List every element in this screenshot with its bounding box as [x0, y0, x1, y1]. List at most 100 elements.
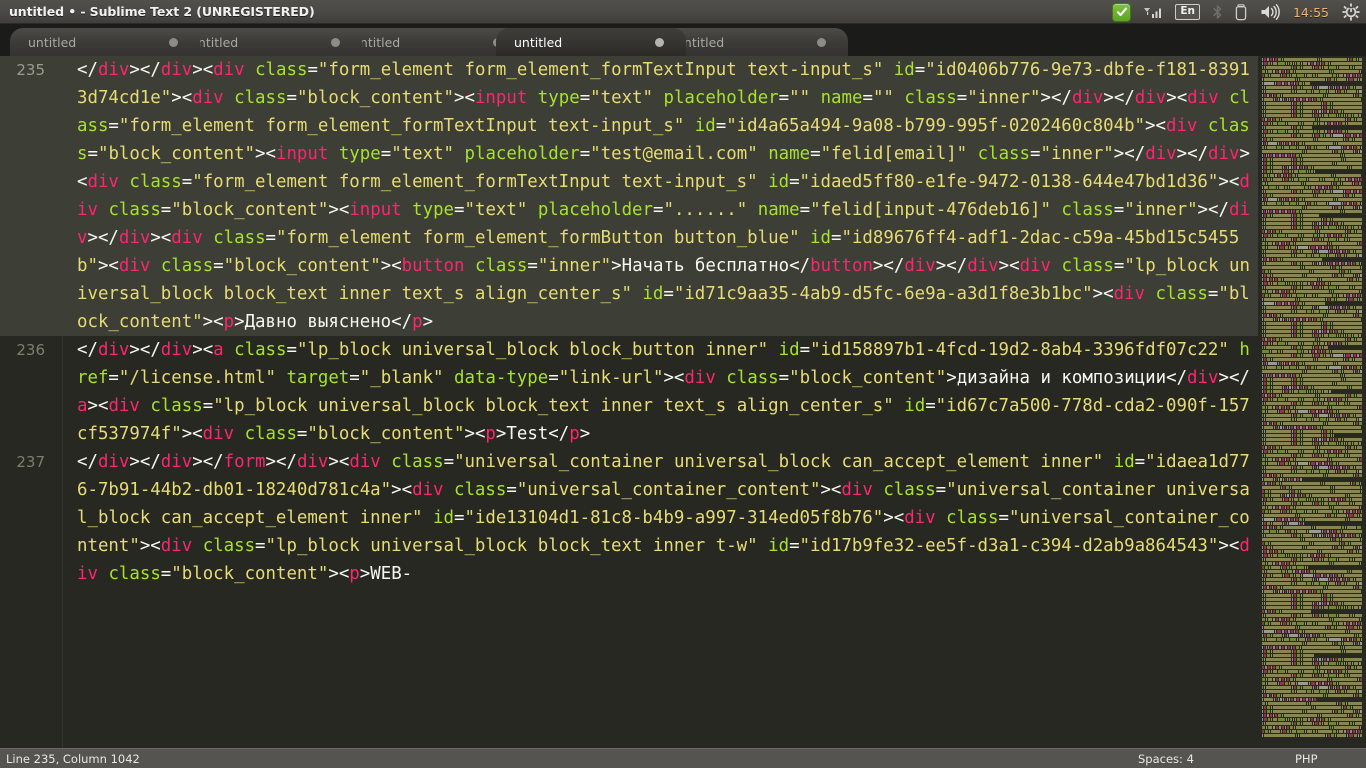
minimap-line: [1262, 682, 1362, 685]
minimap-line: [1262, 590, 1362, 593]
bluetooth-icon[interactable]: [1206, 0, 1229, 24]
minimap-line: [1262, 70, 1362, 73]
minimap-line: [1262, 262, 1362, 265]
minimap-line: [1262, 122, 1362, 125]
cursor-position-status[interactable]: Line 235, Column 1042: [6, 752, 140, 766]
minimap-line: [1262, 66, 1362, 69]
minimap-line: [1262, 206, 1362, 209]
battery-icon[interactable]: [1229, 0, 1254, 24]
minimap-line: [1262, 342, 1362, 345]
minimap-line: [1262, 638, 1362, 641]
clock[interactable]: 14:55: [1286, 0, 1336, 24]
minimap-line: [1262, 506, 1362, 509]
sync-icon[interactable]: [1106, 0, 1137, 24]
tab-dirty-indicator-icon[interactable]: [655, 37, 664, 47]
system-tray: En 14:55: [1106, 0, 1366, 24]
tab-dirty-indicator-icon[interactable]: [817, 37, 826, 47]
minimap-line: [1262, 646, 1362, 649]
tab-label: untitled: [28, 34, 77, 50]
editor-tab[interactable]: untitled: [496, 28, 686, 56]
minimap-line: [1262, 138, 1362, 141]
code-line-text[interactable]: </div></div><div class="form_element for…: [57, 56, 1258, 336]
minimap-line: [1262, 414, 1362, 417]
line-number: 235: [16, 61, 45, 79]
minimap-line: [1262, 622, 1362, 625]
window-title: untitled • - Sublime Text 2 (UNREGISTERE…: [9, 4, 315, 19]
minimap-line: [1262, 462, 1362, 465]
tab-dirty-indicator-icon[interactable]: [169, 37, 178, 47]
minimap-line: [1262, 734, 1362, 737]
editor-tab[interactable]: untitled: [658, 28, 848, 56]
minimap[interactable]: [1258, 56, 1366, 748]
minimap-line: [1262, 542, 1362, 545]
code-line[interactable]: 235 </div></div><div class="form_element …: [0, 56, 1258, 336]
code-line[interactable]: 236 </div></div><a class="lp_block univer…: [0, 336, 1258, 448]
code-content[interactable]: 235 </div></div><div class="form_element …: [0, 56, 1258, 748]
minimap-line: [1262, 614, 1362, 617]
minimap-line: [1262, 482, 1362, 485]
minimap-line: [1262, 62, 1362, 65]
editor-tab[interactable]: untitled: [172, 28, 362, 56]
minimap-line: [1262, 250, 1362, 253]
keyboard-layout-indicator[interactable]: En: [1169, 0, 1206, 24]
minimap-line: [1262, 310, 1362, 313]
tab-label: untitled: [514, 34, 563, 50]
minimap-line: [1262, 666, 1362, 669]
minimap-line: [1262, 654, 1362, 657]
minimap-line: [1262, 642, 1362, 645]
minimap-line: [1262, 594, 1362, 597]
minimap-line: [1262, 302, 1362, 305]
minimap-content: [1262, 58, 1362, 738]
minimap-line: [1262, 538, 1362, 541]
minimap-line: [1262, 58, 1362, 61]
volume-icon[interactable]: [1254, 0, 1286, 24]
minimap-line: [1262, 86, 1362, 89]
minimap-line: [1262, 626, 1362, 629]
minimap-line: [1262, 314, 1362, 317]
minimap-line: [1262, 718, 1362, 721]
tab-bar: untitled untitled untitled untitled untitled: [0, 24, 1366, 56]
syntax-mode-status[interactable]: PHP: [1295, 752, 1318, 766]
minimap-line: [1262, 526, 1362, 529]
editor-tab[interactable]: untitled: [10, 28, 200, 56]
gear-power-icon[interactable]: [1336, 0, 1366, 24]
minimap-line: [1262, 134, 1362, 137]
minimap-line: [1262, 710, 1362, 713]
minimap-line: [1262, 458, 1362, 461]
tab-dirty-indicator-icon[interactable]: [331, 37, 340, 47]
code-line[interactable]: 237 </div></div></form></div><div class="…: [0, 448, 1258, 588]
code-line-text[interactable]: </div></div><a class="lp_block universal…: [57, 336, 1258, 448]
minimap-line: [1262, 446, 1362, 449]
minimap-line: [1262, 146, 1362, 149]
code-editor[interactable]: 235 </div></div><div class="form_element …: [0, 56, 1366, 748]
minimap-line: [1262, 606, 1362, 609]
minimap-line: [1262, 530, 1362, 533]
minimap-line: [1262, 578, 1362, 581]
indentation-status[interactable]: Spaces: 4: [1138, 752, 1194, 766]
minimap-line: [1262, 562, 1362, 565]
minimap-line: [1262, 322, 1362, 325]
minimap-line: [1262, 318, 1362, 321]
minimap-line: [1262, 182, 1362, 185]
minimap-line: [1262, 450, 1362, 453]
status-bar: Line 235, Column 1042 Spaces: 4 PHP: [0, 748, 1366, 768]
minimap-line: [1262, 534, 1362, 537]
minimap-line: [1262, 274, 1362, 277]
minimap-line: [1262, 406, 1362, 409]
minimap-line: [1262, 374, 1362, 377]
window-title-bar: untitled • - Sublime Text 2 (UNREGISTERE…: [0, 0, 1366, 24]
minimap-line: [1262, 662, 1362, 665]
minimap-line: [1262, 490, 1362, 493]
minimap-line: [1262, 546, 1362, 549]
minimap-line: [1262, 438, 1362, 441]
minimap-line: [1262, 362, 1362, 365]
minimap-line: [1262, 382, 1362, 385]
minimap-line: [1262, 202, 1362, 205]
code-line-text[interactable]: </div></div></form></div><div class="uni…: [57, 448, 1258, 588]
minimap-line: [1262, 338, 1362, 341]
minimap-line: [1262, 74, 1362, 77]
minimap-line: [1262, 650, 1362, 653]
minimap-line: [1262, 386, 1362, 389]
minimap-line: [1262, 602, 1362, 605]
wifi-signal-icon[interactable]: [1137, 0, 1169, 24]
